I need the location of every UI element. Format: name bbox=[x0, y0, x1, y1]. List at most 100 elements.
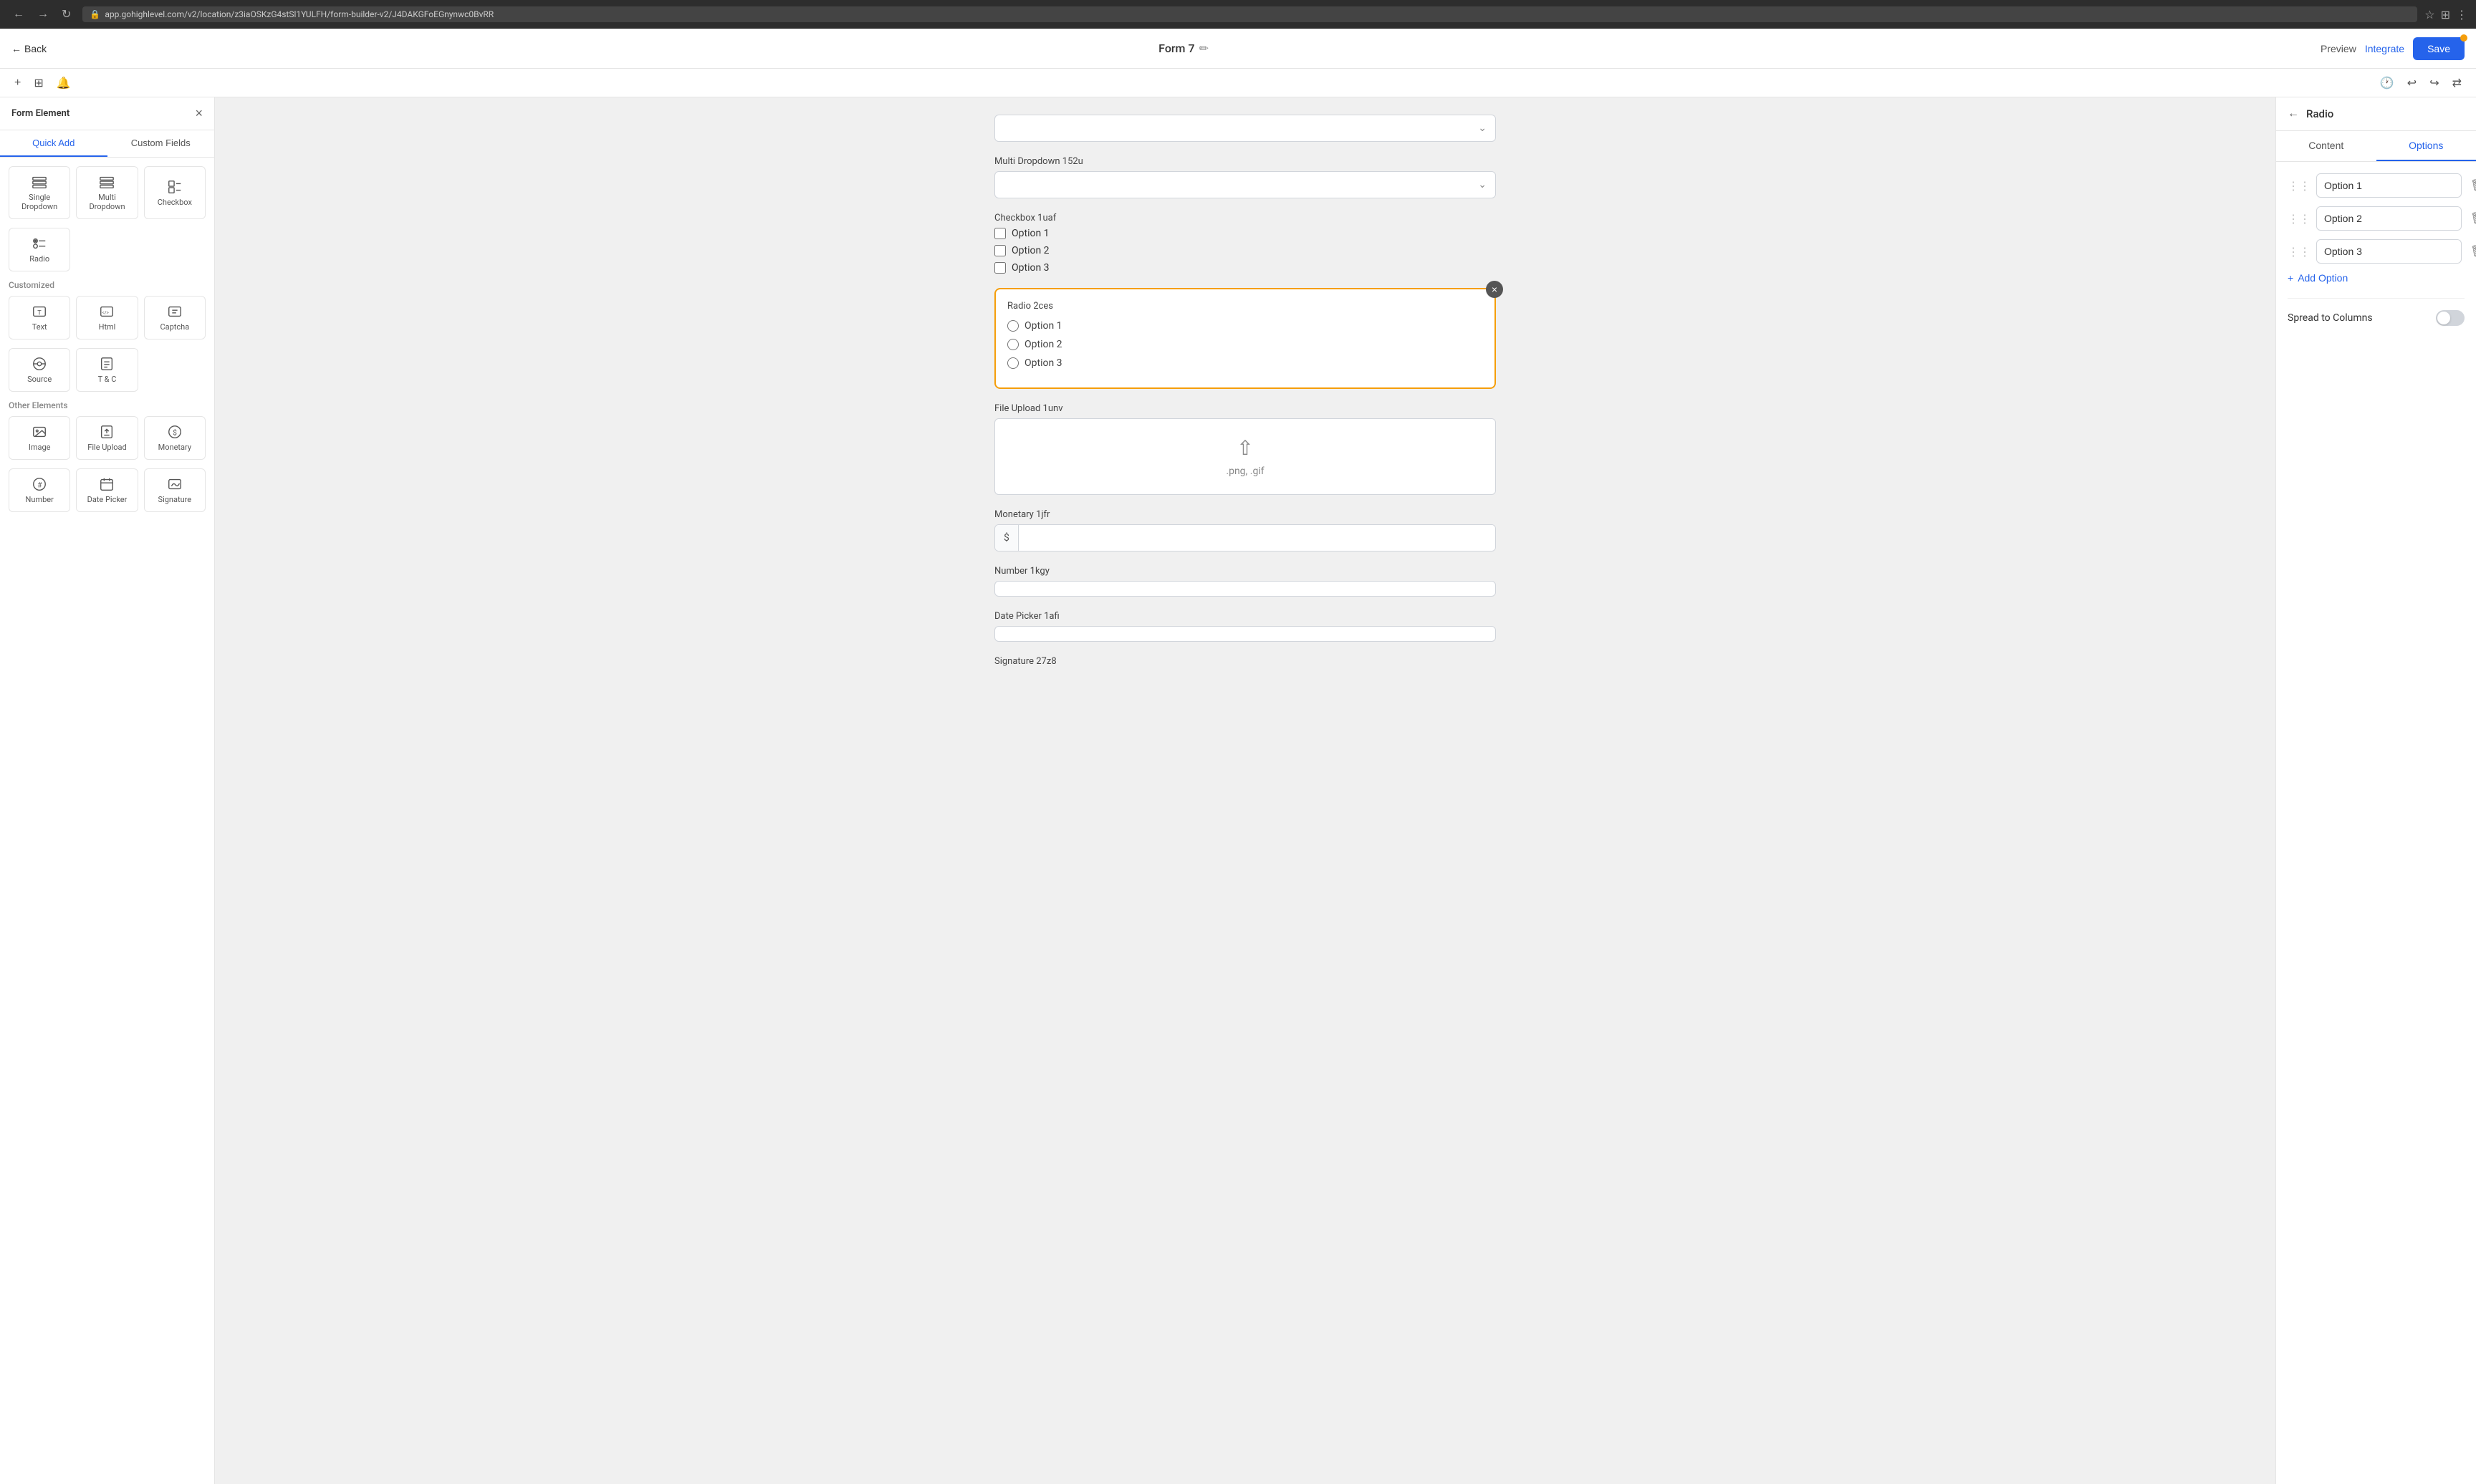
element-monetary[interactable]: $ Monetary bbox=[144, 416, 206, 460]
monetary-1jfr-field: $ bbox=[994, 524, 1496, 551]
upload-icon: ⇧ bbox=[1237, 436, 1253, 460]
monetary-icon: $ bbox=[167, 424, 183, 440]
radio-option-1[interactable]: Option 1 bbox=[1007, 320, 1483, 332]
number-icon: # bbox=[32, 476, 47, 492]
checkbox-option-1-input[interactable] bbox=[994, 228, 1006, 239]
checkbox-option-2-input[interactable] bbox=[994, 245, 1006, 256]
redo-btn[interactable]: ↪ bbox=[2427, 73, 2442, 93]
delete-option-3-button[interactable]: 🗑 bbox=[2467, 241, 2476, 261]
signature-icon bbox=[167, 476, 183, 492]
settings-btn[interactable]: ⇄ bbox=[2449, 73, 2465, 93]
element-captcha[interactable]: Captcha bbox=[144, 296, 206, 339]
bookmark-icon: ☆ bbox=[2424, 8, 2434, 21]
field-group-monetary-1jfr: Monetary 1jfr $ bbox=[994, 509, 1496, 551]
number-1kgy-input[interactable] bbox=[994, 581, 1496, 597]
history-btn[interactable]: 🕐 bbox=[2377, 73, 2397, 93]
multi-dropdown-icon bbox=[99, 174, 115, 190]
form-title-area: Form 7 ✏ bbox=[58, 42, 2309, 55]
save-button[interactable]: Save bbox=[2413, 37, 2465, 60]
checkbox-1uaf-label: Checkbox 1uaf bbox=[994, 213, 1496, 223]
back-nav-btn[interactable]: ← bbox=[9, 6, 29, 23]
file-upload-1unv-label: File Upload 1unv bbox=[994, 403, 1496, 414]
option-input-2[interactable] bbox=[2316, 206, 2462, 231]
option-input-1[interactable] bbox=[2316, 173, 2462, 198]
integrate-button[interactable]: Integrate bbox=[2365, 43, 2404, 54]
element-radio[interactable]: Radio bbox=[9, 228, 70, 271]
elements-grid-3: T Text </> Html Captcha bbox=[9, 296, 206, 339]
undo-btn[interactable]: ↩ bbox=[2404, 73, 2419, 93]
radio-option-2-input[interactable] bbox=[1007, 339, 1019, 350]
top-dropdown-input[interactable]: ⌄ bbox=[994, 115, 1496, 142]
element-signature[interactable]: Signature bbox=[144, 468, 206, 512]
option-input-3[interactable] bbox=[2316, 239, 2462, 264]
delete-option-1-button[interactable]: 🗑 bbox=[2467, 175, 2476, 196]
grid-btn[interactable]: ⊞ bbox=[31, 73, 46, 93]
date-picker-1afi-label: Date Picker 1afi bbox=[994, 611, 1496, 622]
add-option-plus-icon: + bbox=[2288, 272, 2293, 284]
element-tc[interactable]: T & C bbox=[76, 348, 138, 392]
element-file-upload[interactable]: File Upload bbox=[76, 416, 138, 460]
checkbox-option-2[interactable]: Option 2 bbox=[994, 245, 1496, 256]
date-picker-label: Date Picker bbox=[87, 495, 128, 504]
file-upload-1unv-box[interactable]: ⇧ .png, .gif bbox=[994, 418, 1496, 495]
bell-btn[interactable]: 🔔 bbox=[54, 73, 74, 93]
right-tab-content[interactable]: Content bbox=[2276, 131, 2376, 161]
preview-button[interactable]: Preview bbox=[2321, 43, 2356, 54]
left-panel: Form Element × Quick Add Custom Fields S… bbox=[0, 97, 215, 1484]
radio-option-3-input[interactable] bbox=[1007, 357, 1019, 369]
checkbox-option-3[interactable]: Option 3 bbox=[994, 262, 1496, 274]
elements-grid-1: Single Dropdown Multi Dropdown Checkbox bbox=[9, 166, 206, 219]
text-icon: T bbox=[32, 304, 47, 319]
element-checkbox[interactable]: Checkbox bbox=[144, 166, 206, 219]
url-bar[interactable]: 🔒 app.gohighlevel.com/v2/location/z3iaOS… bbox=[82, 6, 2417, 22]
elements-grid-5: Image File Upload $ Monetary bbox=[9, 416, 206, 460]
checkbox-option-1[interactable]: Option 1 bbox=[994, 228, 1496, 239]
radio-label: Radio bbox=[29, 254, 49, 264]
elements-grid-6: # Number Date Picker Signature bbox=[9, 468, 206, 512]
svg-text:</>: </> bbox=[102, 310, 110, 316]
back-button[interactable]: ← Back bbox=[11, 43, 47, 54]
element-html[interactable]: </> Html bbox=[76, 296, 138, 339]
field-group-radio-2ces[interactable]: × Radio 2ces Option 1 Option 2 Option 3 bbox=[994, 288, 1496, 389]
element-text[interactable]: T Text bbox=[9, 296, 70, 339]
element-number[interactable]: # Number bbox=[9, 468, 70, 512]
add-option-button[interactable]: + Add Option bbox=[2288, 272, 2348, 284]
edit-icon[interactable]: ✏ bbox=[1199, 42, 1209, 55]
radio-option-1-input[interactable] bbox=[1007, 320, 1019, 332]
right-tab-options[interactable]: Options bbox=[2376, 131, 2476, 161]
multi-dropdown-152u-input[interactable]: ⌄ bbox=[994, 171, 1496, 198]
right-panel-tabs: Content Options bbox=[2276, 131, 2476, 162]
number-1kgy-label: Number 1kgy bbox=[994, 566, 1496, 577]
forward-nav-btn[interactable]: → bbox=[33, 6, 53, 23]
element-multi-dropdown[interactable]: Multi Dropdown bbox=[76, 166, 138, 219]
radio-option-3[interactable]: Option 3 bbox=[1007, 357, 1483, 369]
radio-option-2[interactable]: Option 2 bbox=[1007, 339, 1483, 350]
refresh-btn[interactable]: ↻ bbox=[57, 6, 75, 23]
right-panel-back-button[interactable]: ← bbox=[2288, 107, 2299, 120]
monetary-input[interactable] bbox=[1019, 525, 1495, 551]
radio-close-button[interactable]: × bbox=[1486, 281, 1503, 298]
element-image[interactable]: Image bbox=[9, 416, 70, 460]
add-btn[interactable]: + bbox=[11, 74, 24, 92]
tab-quick-add[interactable]: Quick Add bbox=[0, 130, 107, 157]
drag-handle-2[interactable]: ⋮⋮ bbox=[2288, 212, 2311, 226]
close-panel-button[interactable]: × bbox=[195, 106, 203, 121]
number-label: Number bbox=[26, 495, 54, 504]
element-date-picker[interactable]: Date Picker bbox=[76, 468, 138, 512]
drag-handle-1[interactable]: ⋮⋮ bbox=[2288, 179, 2311, 193]
header-actions: Preview Integrate Save bbox=[2321, 37, 2465, 60]
checkbox-option-2-label: Option 2 bbox=[1012, 245, 1050, 256]
drag-handle-3[interactable]: ⋮⋮ bbox=[2288, 245, 2311, 259]
spread-toggle-row: Spread to Columns bbox=[2288, 298, 2465, 326]
element-source[interactable]: Source bbox=[9, 348, 70, 392]
element-single-dropdown[interactable]: Single Dropdown bbox=[9, 166, 70, 219]
file-upload-icon bbox=[99, 424, 115, 440]
right-panel-header: ← Radio bbox=[2276, 97, 2476, 131]
delete-option-2-button[interactable]: 🗑 bbox=[2467, 208, 2476, 228]
date-picker-1afi-input[interactable] bbox=[994, 626, 1496, 642]
right-panel-title: Radio bbox=[2306, 107, 2333, 120]
back-label: Back bbox=[24, 43, 47, 54]
checkbox-option-3-input[interactable] bbox=[994, 262, 1006, 274]
spread-toggle[interactable] bbox=[2436, 310, 2465, 326]
tab-custom-fields[interactable]: Custom Fields bbox=[107, 130, 215, 157]
